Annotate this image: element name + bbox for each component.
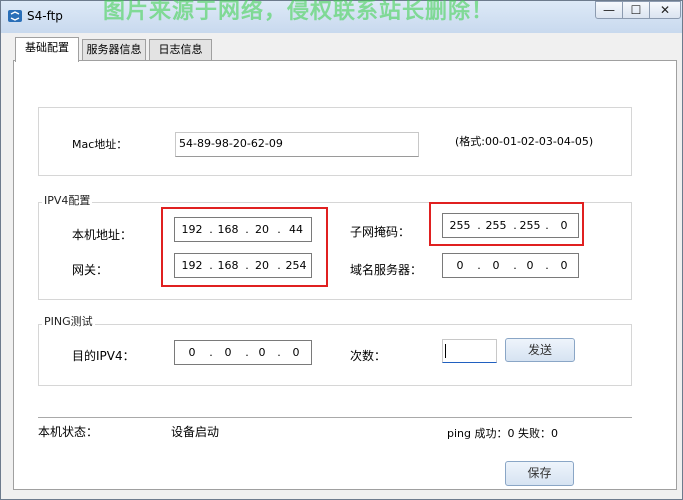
mac-label: Mac地址： <box>72 138 128 151</box>
mac-format-hint: (格式:00-01-02-03-04-05) <box>455 135 594 148</box>
close-button[interactable]: ✕ <box>649 1 681 19</box>
ping-group-label: PING测试 <box>42 313 95 329</box>
status-value: 设备启动 <box>171 425 220 439</box>
client-area: 基础配置 服务器信息 日志信息 Mac地址： 54-89-98-20-62-09… <box>7 33 677 493</box>
text-caret <box>445 344 446 358</box>
tab-log-info[interactable]: 日志信息 <box>149 39 212 61</box>
minimize-button[interactable]: — <box>595 1 623 19</box>
ipv4-group-label: IPV4配置 <box>42 192 93 208</box>
tab-server-info[interactable]: 服务器信息 <box>82 39 146 61</box>
maximize-button[interactable]: ☐ <box>622 1 650 19</box>
ping-count-input[interactable] <box>442 339 497 363</box>
status-label: 本机状态： <box>38 425 99 439</box>
dns-field[interactable]: 0 . 0 . 0 . 0 <box>442 253 579 278</box>
highlight-box-ip-gateway <box>161 207 328 287</box>
gateway-label: 网关： <box>72 263 109 277</box>
target-octet[interactable]: 0 <box>213 346 243 359</box>
mac-input[interactable]: 54-89-98-20-62-09 <box>175 132 419 157</box>
tab-basic-config[interactable]: 基础配置 <box>15 37 79 62</box>
dns-octet[interactable]: 0 <box>445 259 475 272</box>
dns-octet[interactable]: 0 <box>515 259 545 272</box>
local-ip-label: 本机地址： <box>72 228 133 242</box>
dns-label: 域名服务器： <box>350 263 423 277</box>
ping-target-field[interactable]: 0 . 0 . 0 . 0 <box>174 340 312 365</box>
save-button[interactable]: 保存 <box>505 461 574 486</box>
target-octet[interactable]: 0 <box>247 346 277 359</box>
dns-octet[interactable]: 0 <box>549 259 579 272</box>
basic-config-panel: Mac地址： 54-89-98-20-62-09 (格式:00-01-02-03… <box>13 60 677 490</box>
divider <box>38 417 632 418</box>
watermark-text: 图片来源于网络，侵权联系站长删除！ <box>103 0 495 24</box>
subnet-mask-label: 子网掩码： <box>350 225 411 239</box>
send-button[interactable]: 发送 <box>505 338 575 362</box>
title-bar[interactable]: S4-ftp 图片来源于网络，侵权联系站长删除！ — ☐ ✕ <box>1 0 682 33</box>
window-title: S4-ftp <box>27 9 63 23</box>
ping-target-label: 目的IPV4： <box>72 349 135 363</box>
app-icon <box>8 10 22 22</box>
target-octet[interactable]: 0 <box>177 346 207 359</box>
target-octet[interactable]: 0 <box>281 346 311 359</box>
dns-octet[interactable]: 0 <box>481 259 511 272</box>
highlight-box-subnet-mask <box>429 202 584 246</box>
ping-result-text: ping 成功：0 失败：0 <box>447 427 558 440</box>
app-window: S4-ftp 图片来源于网络，侵权联系站长删除！ — ☐ ✕ 基础配置 服务器信… <box>0 0 683 500</box>
ping-count-label: 次数： <box>350 349 387 363</box>
